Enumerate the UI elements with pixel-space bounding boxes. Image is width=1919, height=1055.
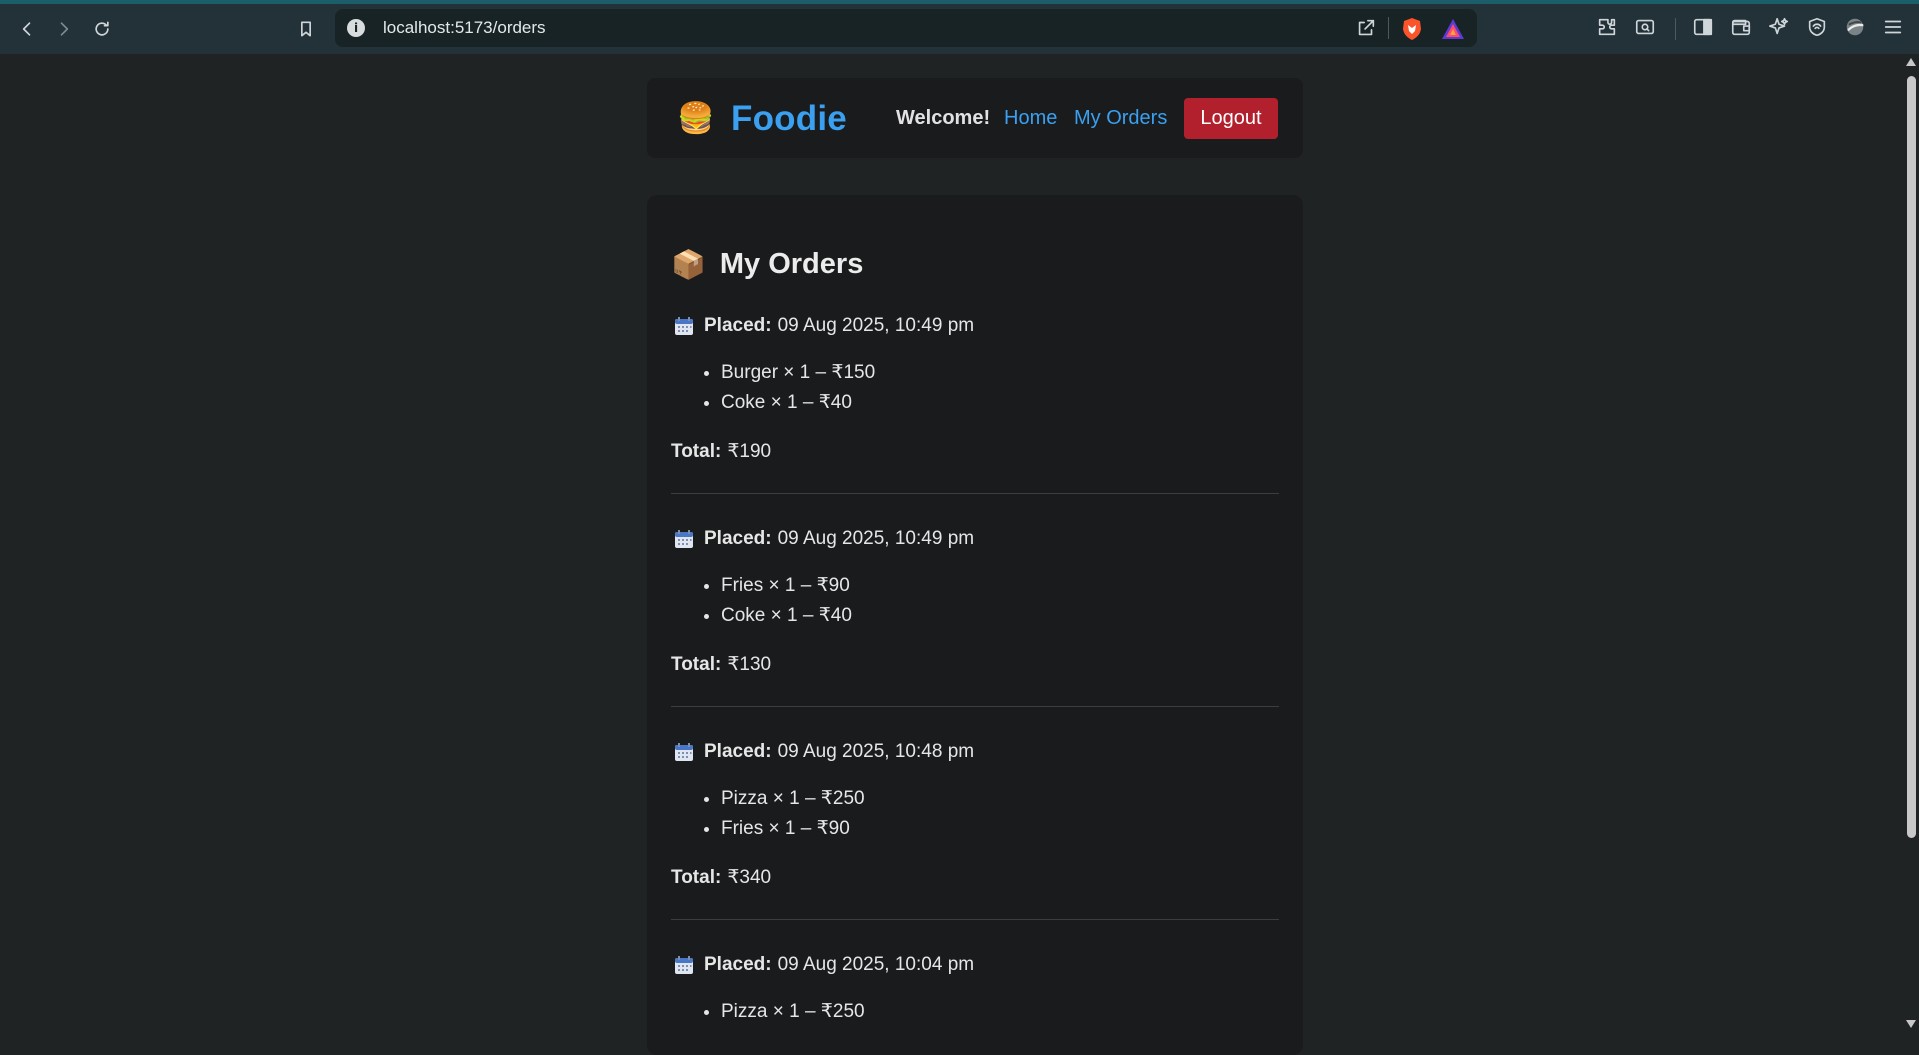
total-label: Total: (671, 654, 722, 675)
calendar-icon (675, 530, 693, 548)
placed-label: Placed: (704, 315, 772, 336)
order-total: Total: ₹340 (671, 866, 1279, 889)
order-block: Placed:09 Aug 2025, 10:04 pm Pizza × 1 – … (671, 951, 1279, 1027)
order-item: Burger × 1 – ₹150 (721, 358, 1279, 388)
leo-ai-icon[interactable] (1768, 16, 1792, 40)
orders-card: 📦 My Orders Placed: 09 Aug 2025, 10:49 pm… (647, 195, 1303, 1055)
url-text[interactable]: localhost:5173/orders (383, 18, 546, 38)
order-placed: Placed: 09 Aug 2025, 10:49 pm (671, 312, 1279, 340)
page-scrollbar[interactable] (1904, 54, 1919, 1032)
placed-label: Placed: (704, 528, 772, 549)
divider (1675, 18, 1676, 40)
menu-icon[interactable] (1882, 16, 1906, 40)
total-label: Total: (671, 867, 722, 888)
back-icon[interactable] (12, 14, 42, 44)
order-block: Placed:09 Aug 2025, 10:49 pm Burger × 1 –… (671, 312, 1279, 494)
order-items: Burger × 1 – ₹150Coke × 1 – ₹40 (671, 358, 1279, 418)
order-item: Fries × 1 – ₹90 (721, 814, 1279, 844)
browser-toolbar: i localhost:5173/orders (0, 0, 1919, 54)
nav-home-link[interactable]: Home (1004, 107, 1057, 130)
order-items: Fries × 1 – ₹90Coke × 1 – ₹40 (671, 571, 1279, 631)
placed-label: Placed: (704, 954, 772, 975)
total-label: Total: (671, 441, 722, 462)
order-total: Total: ₹190 (671, 440, 1279, 463)
order-item: Coke × 1 – ₹40 (721, 388, 1279, 418)
screenshot-icon[interactable] (1634, 16, 1658, 40)
order-divider (671, 706, 1279, 707)
brave-rewards-icon[interactable] (1441, 18, 1465, 40)
order-placed: Placed: 09 Aug 2025, 10:49 pm (671, 525, 1279, 553)
order-placed: Placed: 09 Aug 2025, 10:48 pm (671, 738, 1279, 766)
scroll-thumb[interactable] (1907, 76, 1916, 838)
share-icon[interactable] (1355, 17, 1379, 41)
extensions-icon[interactable] (1596, 16, 1620, 40)
forward-icon[interactable] (49, 14, 79, 44)
total-value: ₹340 (727, 867, 772, 888)
total-value: ₹190 (727, 441, 772, 462)
divider (1388, 17, 1389, 39)
total-value: ₹130 (727, 654, 772, 675)
page-title-text: My Orders (719, 248, 864, 280)
order-block: Placed:09 Aug 2025, 10:49 pm Fries × 1 – … (671, 525, 1279, 707)
sidebar-icon[interactable] (1692, 16, 1716, 40)
app-navbar: 🍔 Foodie Welcome! Home My Orders Logout (647, 78, 1303, 158)
order-divider (671, 493, 1279, 494)
brave-shields-icon[interactable] (1401, 17, 1423, 41)
order-block: Placed:09 Aug 2025, 10:48 pm Pizza × 1 – … (671, 738, 1279, 920)
scroll-down-icon[interactable] (1906, 1020, 1916, 1028)
order-date: 09 Aug 2025, 10:49 pm (777, 528, 975, 549)
package-icon: 📦 (671, 248, 706, 280)
calendar-icon (675, 956, 693, 974)
order-divider (671, 919, 1279, 920)
nav-my-orders-link[interactable]: My Orders (1074, 107, 1167, 130)
reload-icon[interactable] (87, 14, 117, 44)
order-item: Coke × 1 – ₹40 (721, 601, 1279, 631)
profile-icon[interactable] (1844, 16, 1868, 40)
scroll-up-icon[interactable] (1906, 58, 1916, 66)
order-item: Fries × 1 – ₹90 (721, 571, 1279, 601)
welcome-text: Welcome! (896, 107, 991, 129)
order-items: Pizza × 1 – ₹250 (671, 997, 1279, 1027)
order-total: Total: ₹130 (671, 653, 1279, 676)
order-date: 09 Aug 2025, 10:48 pm (777, 741, 975, 762)
brand-logo[interactable]: Foodie (731, 99, 847, 139)
order-item: Pizza × 1 – ₹250 (721, 997, 1279, 1027)
wallet-icon[interactable] (1730, 16, 1754, 40)
calendar-icon (675, 743, 693, 761)
vpn-icon[interactable] (1806, 16, 1830, 40)
order-date: 09 Aug 2025, 10:49 pm (777, 315, 975, 336)
placed-label: Placed: (704, 741, 772, 762)
bookmark-icon[interactable] (291, 14, 321, 44)
order-date: 09 Aug 2025, 10:04 pm (777, 954, 975, 975)
site-info-icon[interactable]: i (347, 19, 365, 37)
order-placed: Placed: 09 Aug 2025, 10:04 pm (671, 951, 1279, 979)
page-title: 📦 My Orders (671, 248, 863, 281)
order-item: Pizza × 1 – ₹250 (721, 784, 1279, 814)
calendar-icon (675, 317, 693, 335)
burger-icon: 🍔 (677, 102, 715, 135)
logout-button[interactable]: Logout (1184, 98, 1278, 139)
order-items: Pizza × 1 – ₹250Fries × 1 – ₹90 (671, 784, 1279, 844)
address-bar[interactable]: i localhost:5173/orders (335, 9, 1477, 47)
